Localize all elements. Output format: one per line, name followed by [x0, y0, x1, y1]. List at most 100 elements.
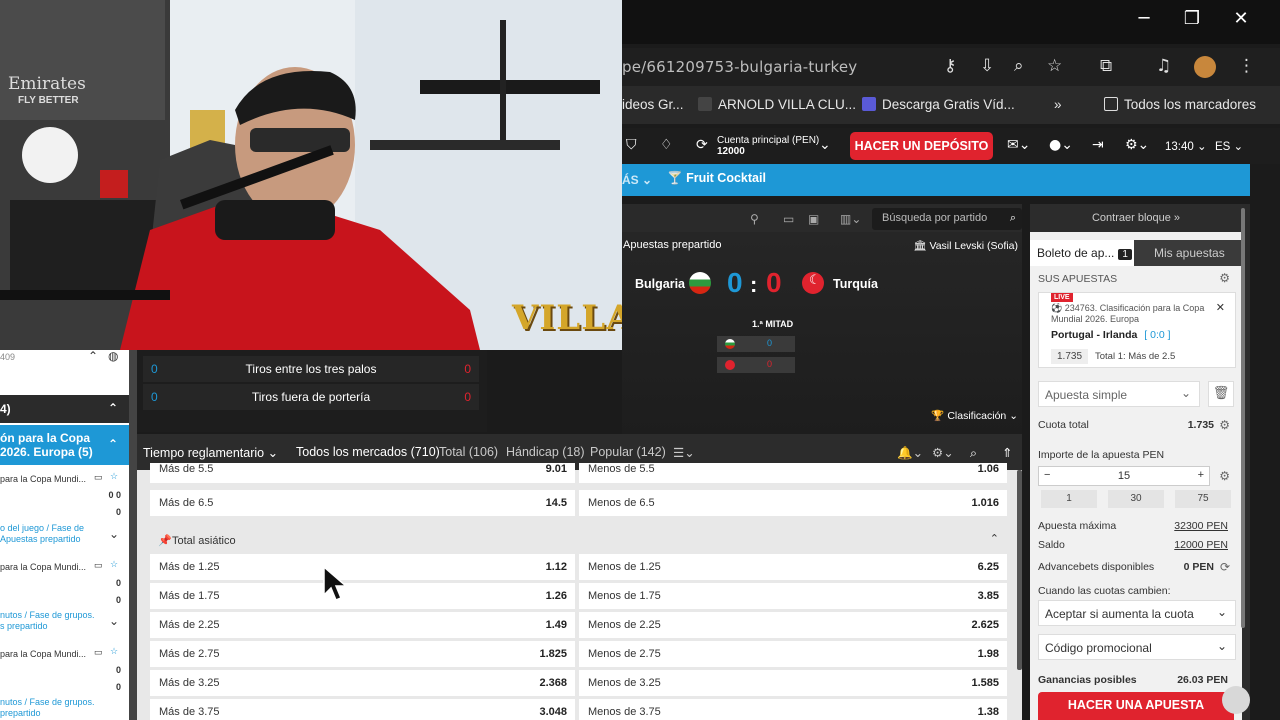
messages-icon[interactable]: ✉⌄: [1007, 137, 1030, 153]
sidebar-match-item[interactable]: para la Copa Mundi... ▭ ☆ 0 0 0: [0, 471, 129, 517]
match-search-input[interactable]: Búsqueda por partido ⌕: [872, 208, 1022, 230]
max-bet-value[interactable]: 32300 PEN: [1174, 520, 1228, 532]
markets-scrollbar[interactable]: [1017, 470, 1022, 670]
stadium-icon[interactable]: ⚲: [750, 212, 759, 226]
shield-icon[interactable]: ⛉: [626, 137, 637, 153]
settings-gear-icon[interactable]: ⚙: [1219, 469, 1230, 483]
market-group-header[interactable]: 📌 Total asiático ⌃: [150, 530, 1007, 552]
sidebar-market-link[interactable]: nutos / Fase de grupos. prepartido: [0, 697, 129, 720]
chevron-up-icon[interactable]: ⌃: [108, 437, 118, 451]
tab-all-markets[interactable]: Todos los mercados (710): [296, 445, 440, 459]
odd-button[interactable]: Más de 6.5 14.5: [150, 490, 575, 516]
stats-chart-icon[interactable]: ▥⌄: [840, 212, 861, 226]
settings-gear-icon[interactable]: ⚙⌄: [1125, 137, 1149, 153]
sidebar-market-link[interactable]: o del juego / Fase de Apuestas prepartid…: [0, 523, 129, 553]
period-dropdown[interactable]: Tiempo reglamentario ⌄: [143, 445, 278, 460]
bookmark-item[interactable]: ARNOLD VILLA CLU...: [698, 97, 856, 112]
bell-icon[interactable]: 🔔⌄: [897, 445, 923, 461]
odd-button[interactable]: Menos de 2.25 2.625: [579, 612, 1007, 638]
settings-gear-icon[interactable]: ⚙⌄: [932, 445, 954, 460]
tab-popular[interactable]: Popular (142): [590, 445, 666, 459]
bookmark-overflow-icon[interactable]: »: [1054, 97, 1062, 112]
sidebar-section-header[interactable]: 4) ⌃: [0, 395, 129, 423]
menu-more[interactable]: ÁS ⌄: [622, 173, 652, 187]
promo-code-select[interactable]: Código promocional ⌄: [1038, 634, 1236, 660]
tv-icon[interactable]: ▭: [783, 212, 794, 226]
bookmark-item[interactable]: Descarga Gratis Víd...: [862, 97, 1015, 112]
deposit-button[interactable]: HACER UN DEPÓSITO: [850, 132, 993, 160]
odds-change-select[interactable]: Aceptar si aumenta la cuota ⌄: [1038, 600, 1236, 626]
quick-stake-button[interactable]: 30: [1108, 490, 1164, 508]
tv-icon[interactable]: ▭: [94, 472, 103, 483]
tv-icon[interactable]: ▭: [94, 560, 103, 571]
key-icon[interactable]: ⚷: [944, 56, 956, 76]
odd-button[interactable]: Más de 5.5 9.01: [150, 463, 575, 483]
odd-button[interactable]: Más de 2.25 1.49: [150, 612, 575, 638]
plus-icon[interactable]: +: [1198, 469, 1204, 481]
odd-button[interactable]: Menos de 1.25 6.25: [579, 554, 1007, 580]
tab-my-bets[interactable]: Mis apuestas: [1154, 246, 1225, 260]
search-icon[interactable]: ⌕: [1010, 211, 1016, 225]
odd-button[interactable]: Más de 3.25 2.368: [150, 670, 575, 696]
odd-button[interactable]: Menos de 3.75 1.38: [579, 699, 1007, 720]
page-scrollbar[interactable]: [1241, 208, 1245, 628]
address-bar[interactable]: pe/661209753-bulgaria-turkey ⚷ ⇩ ⌕ ☆ ⧉ ♫…: [622, 48, 1280, 86]
refresh-icon[interactable]: ⟳: [696, 137, 708, 153]
extensions-icon[interactable]: ⧉: [1100, 56, 1112, 76]
minimize-icon[interactable]: ─: [1124, 8, 1164, 29]
settings-gear-icon[interactable]: ⚙: [1219, 418, 1230, 432]
stake-stepper[interactable]: − 15 +: [1038, 466, 1210, 486]
media-control-icon[interactable]: ♫: [1156, 56, 1171, 76]
account-balance[interactable]: Cuenta principal (PEN) 12000: [717, 135, 819, 157]
odd-button[interactable]: Menos de 3.25 1.585: [579, 670, 1007, 696]
place-bet-button[interactable]: HACER UNA APUESTA: [1038, 692, 1234, 720]
install-icon[interactable]: ⇩: [980, 56, 994, 76]
odd-button[interactable]: Más de 2.75 1.825: [150, 641, 575, 667]
tab-handicap[interactable]: Hándicap (18): [506, 445, 585, 459]
odd-button[interactable]: Más de 3.75 3.048: [150, 699, 575, 720]
odd-button[interactable]: Menos de 1.75 3.85: [579, 583, 1007, 609]
collapse-block-button[interactable]: Contraer bloque »: [1030, 204, 1242, 232]
more-tabs-icon[interactable]: ☰⌄: [673, 445, 695, 460]
globe-icon[interactable]: ◍: [108, 349, 118, 363]
chevron-up-icon[interactable]: ⌃: [108, 401, 118, 415]
close-icon[interactable]: ✕: [1221, 8, 1261, 29]
trash-icon[interactable]: 🗑: [1208, 381, 1234, 407]
search-icon[interactable]: ⌕: [970, 445, 977, 461]
stake-value[interactable]: 15: [1039, 470, 1209, 482]
sidebar-match-item[interactable]: para la Copa Mundi... ▭ ☆ 0 0: [0, 559, 129, 605]
odd-button[interactable]: Más de 1.25 1.12: [150, 554, 575, 580]
sidebar-market-link[interactable]: nutos / Fase de grupos. s prepartido ⌄: [0, 610, 129, 640]
tab-bet-slip[interactable]: Boleto de ap... 1: [1030, 240, 1134, 266]
bookmark-star-icon[interactable]: ☆: [1047, 56, 1062, 76]
collapse-all-icon[interactable]: ⇑: [1002, 445, 1012, 460]
quick-stake-button[interactable]: 1: [1041, 490, 1097, 508]
clock[interactable]: 13:40 ⌄: [1165, 139, 1207, 153]
odd-button[interactable]: Más de 1.75 1.26: [150, 583, 575, 609]
quick-stake-button[interactable]: 75: [1175, 490, 1231, 508]
monitor-icon[interactable]: ▣: [808, 212, 819, 226]
url-text[interactable]: pe/661209753-bulgaria-turkey: [622, 58, 857, 76]
language-selector[interactable]: ES ⌄: [1215, 139, 1243, 153]
sidebar-league-header[interactable]: ón para la Copa 2026. Europa (5) ⌃: [0, 425, 129, 465]
chevron-up-icon[interactable]: ⌃: [990, 532, 999, 545]
zoom-icon[interactable]: ⌕: [1014, 56, 1024, 76]
odd-button[interactable]: Menos de 6.5 1.016: [579, 490, 1007, 516]
favorite-star-icon[interactable]: ☆: [110, 646, 118, 657]
menu-item-fruit-cocktail[interactable]: 🍸 Fruit Cocktail: [667, 171, 766, 186]
odd-button[interactable]: Menos de 2.75 1.98: [579, 641, 1007, 667]
chevron-down-icon[interactable]: ⌄: [109, 614, 119, 628]
standings-dropdown[interactable]: 🏆 Clasificación ⌄: [931, 409, 1018, 422]
logout-icon[interactable]: ⇥: [1092, 137, 1104, 153]
profile-avatar[interactable]: [1194, 56, 1216, 78]
refresh-icon[interactable]: ⟳: [1220, 560, 1230, 574]
tv-icon[interactable]: ▭: [94, 647, 103, 658]
chevron-down-icon[interactable]: ⌄: [109, 527, 119, 541]
user-icon[interactable]: ●⌄: [1049, 137, 1073, 153]
notification-bell-icon[interactable]: ♢: [660, 137, 673, 153]
chevron-down-icon[interactable]: ⌄: [819, 137, 831, 153]
collapse-up-icon[interactable]: ⌃: [88, 349, 98, 363]
tab-total[interactable]: Total (106): [439, 445, 498, 459]
settings-gear-icon[interactable]: ⚙: [1219, 271, 1230, 285]
chat-support-icon[interactable]: [1222, 686, 1250, 714]
